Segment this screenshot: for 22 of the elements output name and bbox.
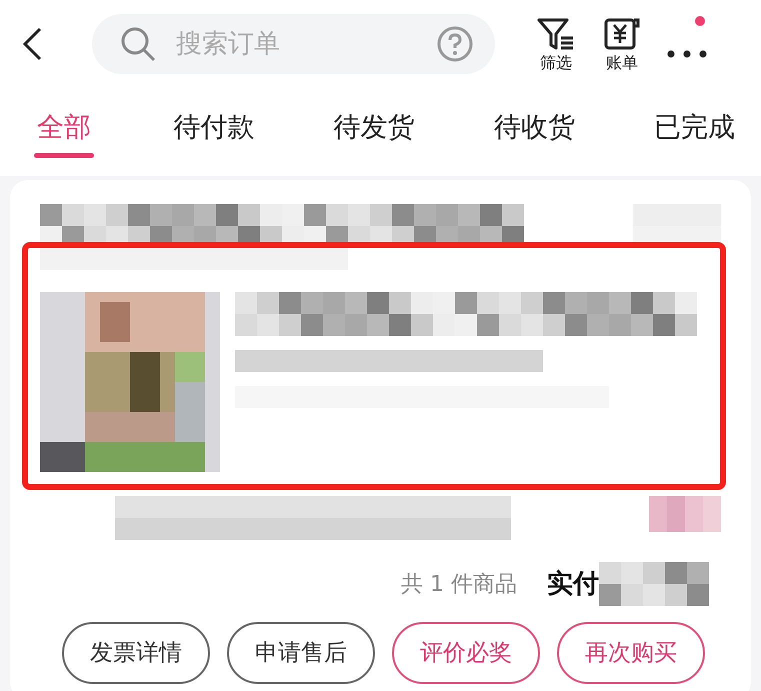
search-icon (120, 26, 156, 62)
filter-button[interactable]: 筛选 (537, 17, 575, 71)
order-action-button[interactable]: 申请售后 (227, 622, 375, 684)
pixelated-text (649, 496, 721, 532)
order-tab[interactable]: 待收货 (494, 88, 575, 158)
item-count: 共 1 件商品 (401, 570, 517, 598)
search-field[interactable]: 搜索订单 (92, 14, 495, 74)
order-action-button[interactable]: 再次购买 (557, 622, 705, 684)
receipt-icon (603, 17, 641, 51)
bill-button[interactable]: 账单 (603, 17, 641, 71)
filter-icon (537, 17, 575, 51)
search-input[interactable]: 搜索订单 (176, 24, 437, 64)
back-icon[interactable] (20, 27, 44, 61)
more-icon[interactable] (667, 50, 707, 58)
order-tab[interactable]: 全部 (34, 88, 94, 158)
order-tab[interactable]: 已完成 (654, 88, 735, 158)
help-icon[interactable] (437, 26, 473, 62)
order-action-button[interactable]: 评价必奖 (392, 622, 540, 684)
order-action-button[interactable]: 发票详情 (62, 622, 210, 684)
order-tab[interactable]: 待发货 (334, 88, 414, 158)
paid-label: 实付 (547, 568, 599, 600)
order-tab[interactable]: 待付款 (173, 88, 254, 158)
